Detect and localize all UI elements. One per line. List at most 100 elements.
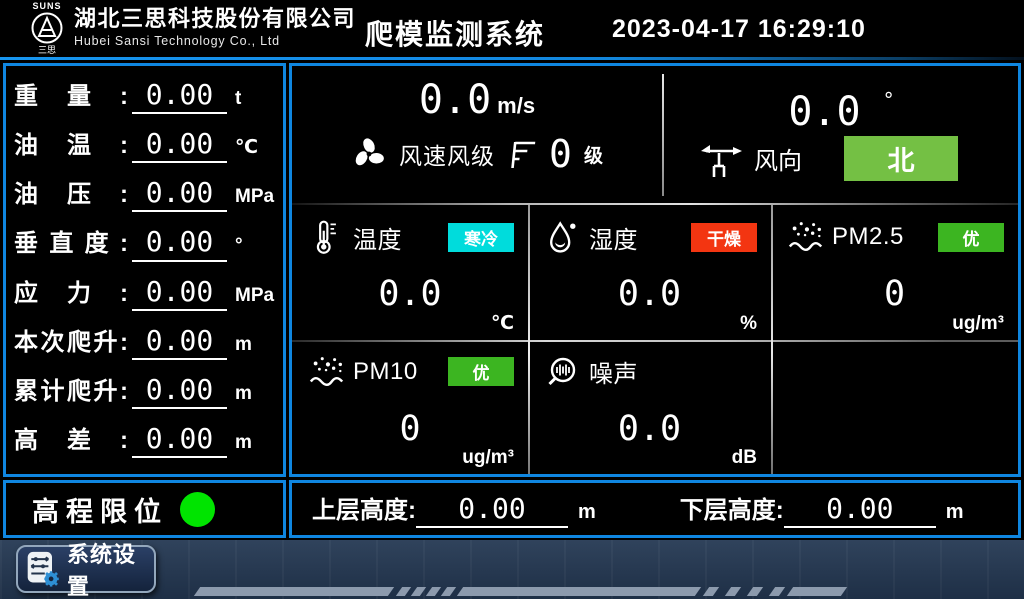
sensor-cell-humidity: 湿度 干燥 0.0 % xyxy=(528,205,771,340)
measurement-label: 累计爬升: xyxy=(14,371,128,406)
lower-height-label: 下层高度: xyxy=(680,490,784,525)
sensor-label: PM10 xyxy=(353,358,418,386)
footer-bar: 系统设置 xyxy=(0,540,1024,599)
measurement-label: 油温: xyxy=(14,125,128,160)
wind-direction-badge: 北 xyxy=(844,136,958,181)
row-oil-pressure: 油压: 0.00 MPa xyxy=(14,174,273,220)
upper-height-unit: m xyxy=(578,501,596,524)
datetime: 2023-04-17 16:29:10 xyxy=(612,15,866,44)
measurement-label: 应力: xyxy=(14,273,128,308)
dust-icon xyxy=(787,219,823,255)
wind-direction-unit: ° xyxy=(883,88,895,112)
row-total-climb: 累计爬升: 0.00 m xyxy=(14,371,273,417)
sensor-label: 噪声 xyxy=(589,354,638,389)
upper-height-value: 0.00 xyxy=(416,492,568,528)
measurement-unit: m xyxy=(235,383,273,405)
sensor-cell-pm10: PM10 优 0 ug/m³ xyxy=(292,340,528,475)
logo-suns-text: SUNS xyxy=(32,1,61,11)
header: SUNS 三思 湖北三思科技股份有限公司 Hubei Sansi Technol… xyxy=(0,0,1024,57)
wind-speed-value: 0.0m/s xyxy=(292,78,662,128)
sensor-label: 湿度 xyxy=(589,220,638,255)
measurement-value: 0.00 xyxy=(132,226,227,261)
sensor-value: 0.0 xyxy=(534,410,765,448)
lower-height-group: 下层高度: 0.00 m xyxy=(680,490,964,528)
dust-icon xyxy=(308,354,344,390)
measurement-value: 0.00 xyxy=(132,325,227,360)
environment-panel: 0.0m/s 风速风级 0 级 xyxy=(289,63,1021,477)
monitoring-dashboard: SUNS 三思 湖北三思科技股份有限公司 Hubei Sansi Technol… xyxy=(0,0,1024,599)
sensor-value: 0.0 xyxy=(298,275,522,313)
upper-height-group: 上层高度: 0.00 m xyxy=(312,490,596,528)
logo-mark-text: 三思 xyxy=(38,45,56,55)
sensor-value: 0 xyxy=(298,410,522,448)
elevation-limit-label: 高程限位 xyxy=(32,490,168,529)
measurement-unit: MPa xyxy=(235,186,273,208)
sensor-cell-empty xyxy=(771,340,1018,475)
row-weight: 重量: 0.00 t xyxy=(14,76,273,122)
row-oil-temp: 油温: 0.00 ℃ xyxy=(14,125,273,171)
row-current-climb: 本次爬升: 0.00 m xyxy=(14,322,273,368)
wind-vane-icon xyxy=(698,139,744,179)
company-name-cn: 湖北三思科技股份有限公司 xyxy=(74,6,356,32)
measurement-unit: m xyxy=(235,334,273,356)
measurement-unit: MPa xyxy=(235,285,273,307)
sensor-label: PM2.5 xyxy=(832,223,904,251)
decorative-stripe xyxy=(0,587,1024,596)
measurement-label: 重量: xyxy=(14,76,128,111)
company-name-en: Hubei Sansi Technology Co., Ltd xyxy=(74,34,356,48)
measurement-unit: ° xyxy=(235,235,273,257)
wind-direction-value: 0.0° xyxy=(662,78,1021,134)
lower-height-value: 0.00 xyxy=(784,492,936,528)
page-title: 爬模监测系统 xyxy=(338,13,572,53)
sensor-value: 0.0 xyxy=(534,275,765,313)
wind-level-icon xyxy=(507,138,537,170)
measurement-value: 0.00 xyxy=(132,79,227,114)
layer-heights-panel: 上层高度: 0.00 m 下层高度: 0.00 m xyxy=(289,480,1021,538)
header-divider xyxy=(0,57,1024,60)
measurement-unit: ℃ xyxy=(235,136,273,159)
sensor-unit: ℃ xyxy=(491,312,514,335)
droplet-icon xyxy=(544,219,580,255)
fan-icon xyxy=(351,136,387,172)
measurement-label: 油压: xyxy=(14,174,128,209)
lower-height-unit: m xyxy=(946,501,964,524)
pm25-status-badge: 优 xyxy=(938,223,1004,252)
measurement-unit: t xyxy=(235,88,273,110)
measurement-unit: m xyxy=(235,432,273,454)
sensor-value: 0 xyxy=(777,275,1012,313)
row-height-diff: 高差: 0.00 m xyxy=(14,420,273,466)
measurement-label: 高差: xyxy=(14,420,128,455)
sensor-cell-noise: 噪声 0.0 dB xyxy=(528,340,771,475)
row-verticality: 垂直度: 0.00 ° xyxy=(14,223,273,269)
upper-height-label: 上层高度: xyxy=(312,490,416,525)
wind-level-value: 0 xyxy=(549,134,572,174)
wind-direction-cell: 0.0° 风向 北 xyxy=(662,66,1021,203)
noise-icon xyxy=(544,354,580,390)
settings-sliders-gear-icon xyxy=(25,550,61,588)
pm10-status-badge: 优 xyxy=(448,357,514,386)
humidity-status-badge: 干燥 xyxy=(691,223,757,252)
sensor-label: 温度 xyxy=(353,220,402,255)
elevation-status-indicator xyxy=(180,492,215,527)
wind-level-unit: 级 xyxy=(584,141,603,168)
logo-icon xyxy=(30,11,64,45)
sensor-unit: dB xyxy=(732,447,757,469)
measurement-value: 0.00 xyxy=(132,177,227,212)
wind-speed-unit: m/s xyxy=(497,93,535,118)
thermometer-icon xyxy=(308,219,344,255)
sensor-unit: ug/m³ xyxy=(462,447,514,469)
sensor-cell-pm25: PM2.5 优 0 ug/m³ xyxy=(771,205,1018,340)
measurement-label: 本次爬升: xyxy=(14,322,128,357)
measurement-value: 0.00 xyxy=(132,128,227,163)
elevation-limit-panel: 高程限位 xyxy=(3,480,286,538)
measurement-value: 0.00 xyxy=(132,276,227,311)
sensor-cell-temperature: 温度 寒冷 0.0 ℃ xyxy=(292,205,528,340)
settings-button[interactable]: 系统设置 xyxy=(16,545,156,593)
sensor-unit: ug/m³ xyxy=(952,313,1004,335)
sensor-unit: % xyxy=(740,313,757,335)
wind-speed-label: 风速风级 xyxy=(399,137,495,171)
wind-speed-cell: 0.0m/s 风速风级 0 级 xyxy=(292,66,662,203)
sensor-grid: 温度 寒冷 0.0 ℃ 湿度 干燥 xyxy=(292,205,1018,474)
divider xyxy=(662,74,664,196)
company-logo: SUNS 三思 湖北三思科技股份有限公司 Hubei Sansi Technol… xyxy=(24,1,356,55)
